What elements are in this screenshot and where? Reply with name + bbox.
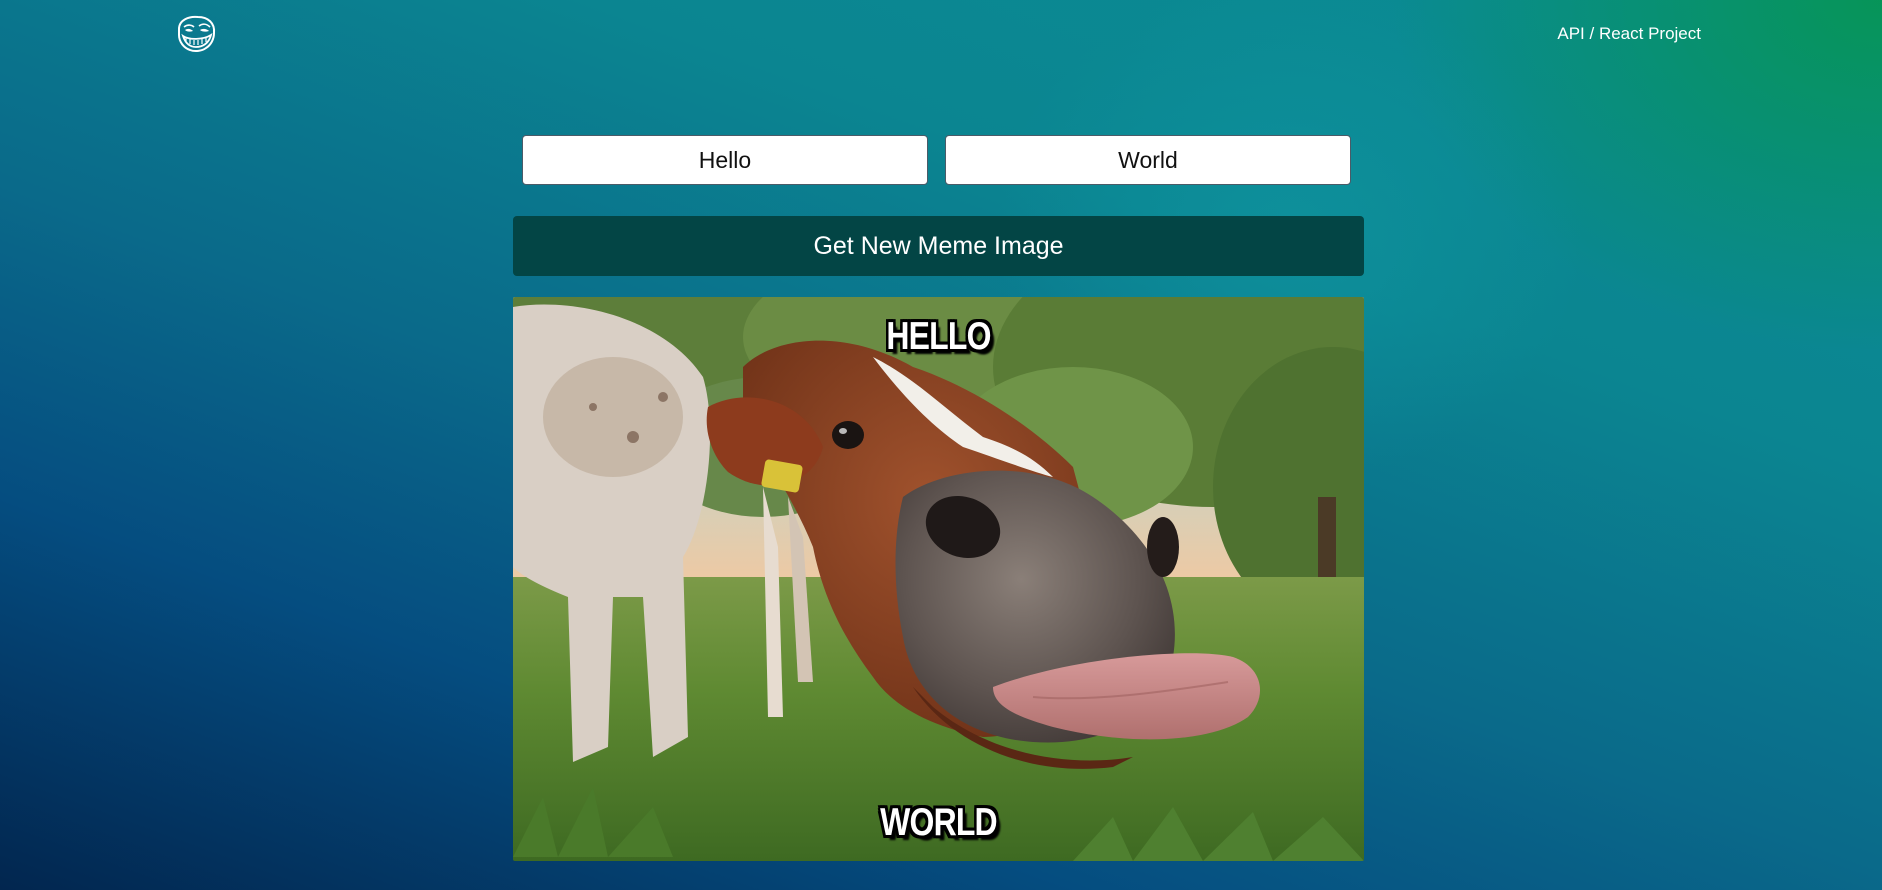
project-title: API / React Project [1557, 24, 1701, 43]
meme-image-container: HELLO WORLD [513, 297, 1364, 861]
bottom-text-input[interactable] [945, 135, 1351, 185]
top-text-input[interactable] [522, 135, 928, 185]
troll-face-icon [175, 15, 217, 53]
meme-bottom-text: WORLD [880, 801, 998, 844]
header: API / React Project [0, 0, 1882, 70]
meme-image [513, 297, 1364, 861]
get-new-meme-image-button[interactable]: Get New Meme Image [513, 216, 1364, 276]
meme-top-text: HELLO [886, 315, 991, 358]
